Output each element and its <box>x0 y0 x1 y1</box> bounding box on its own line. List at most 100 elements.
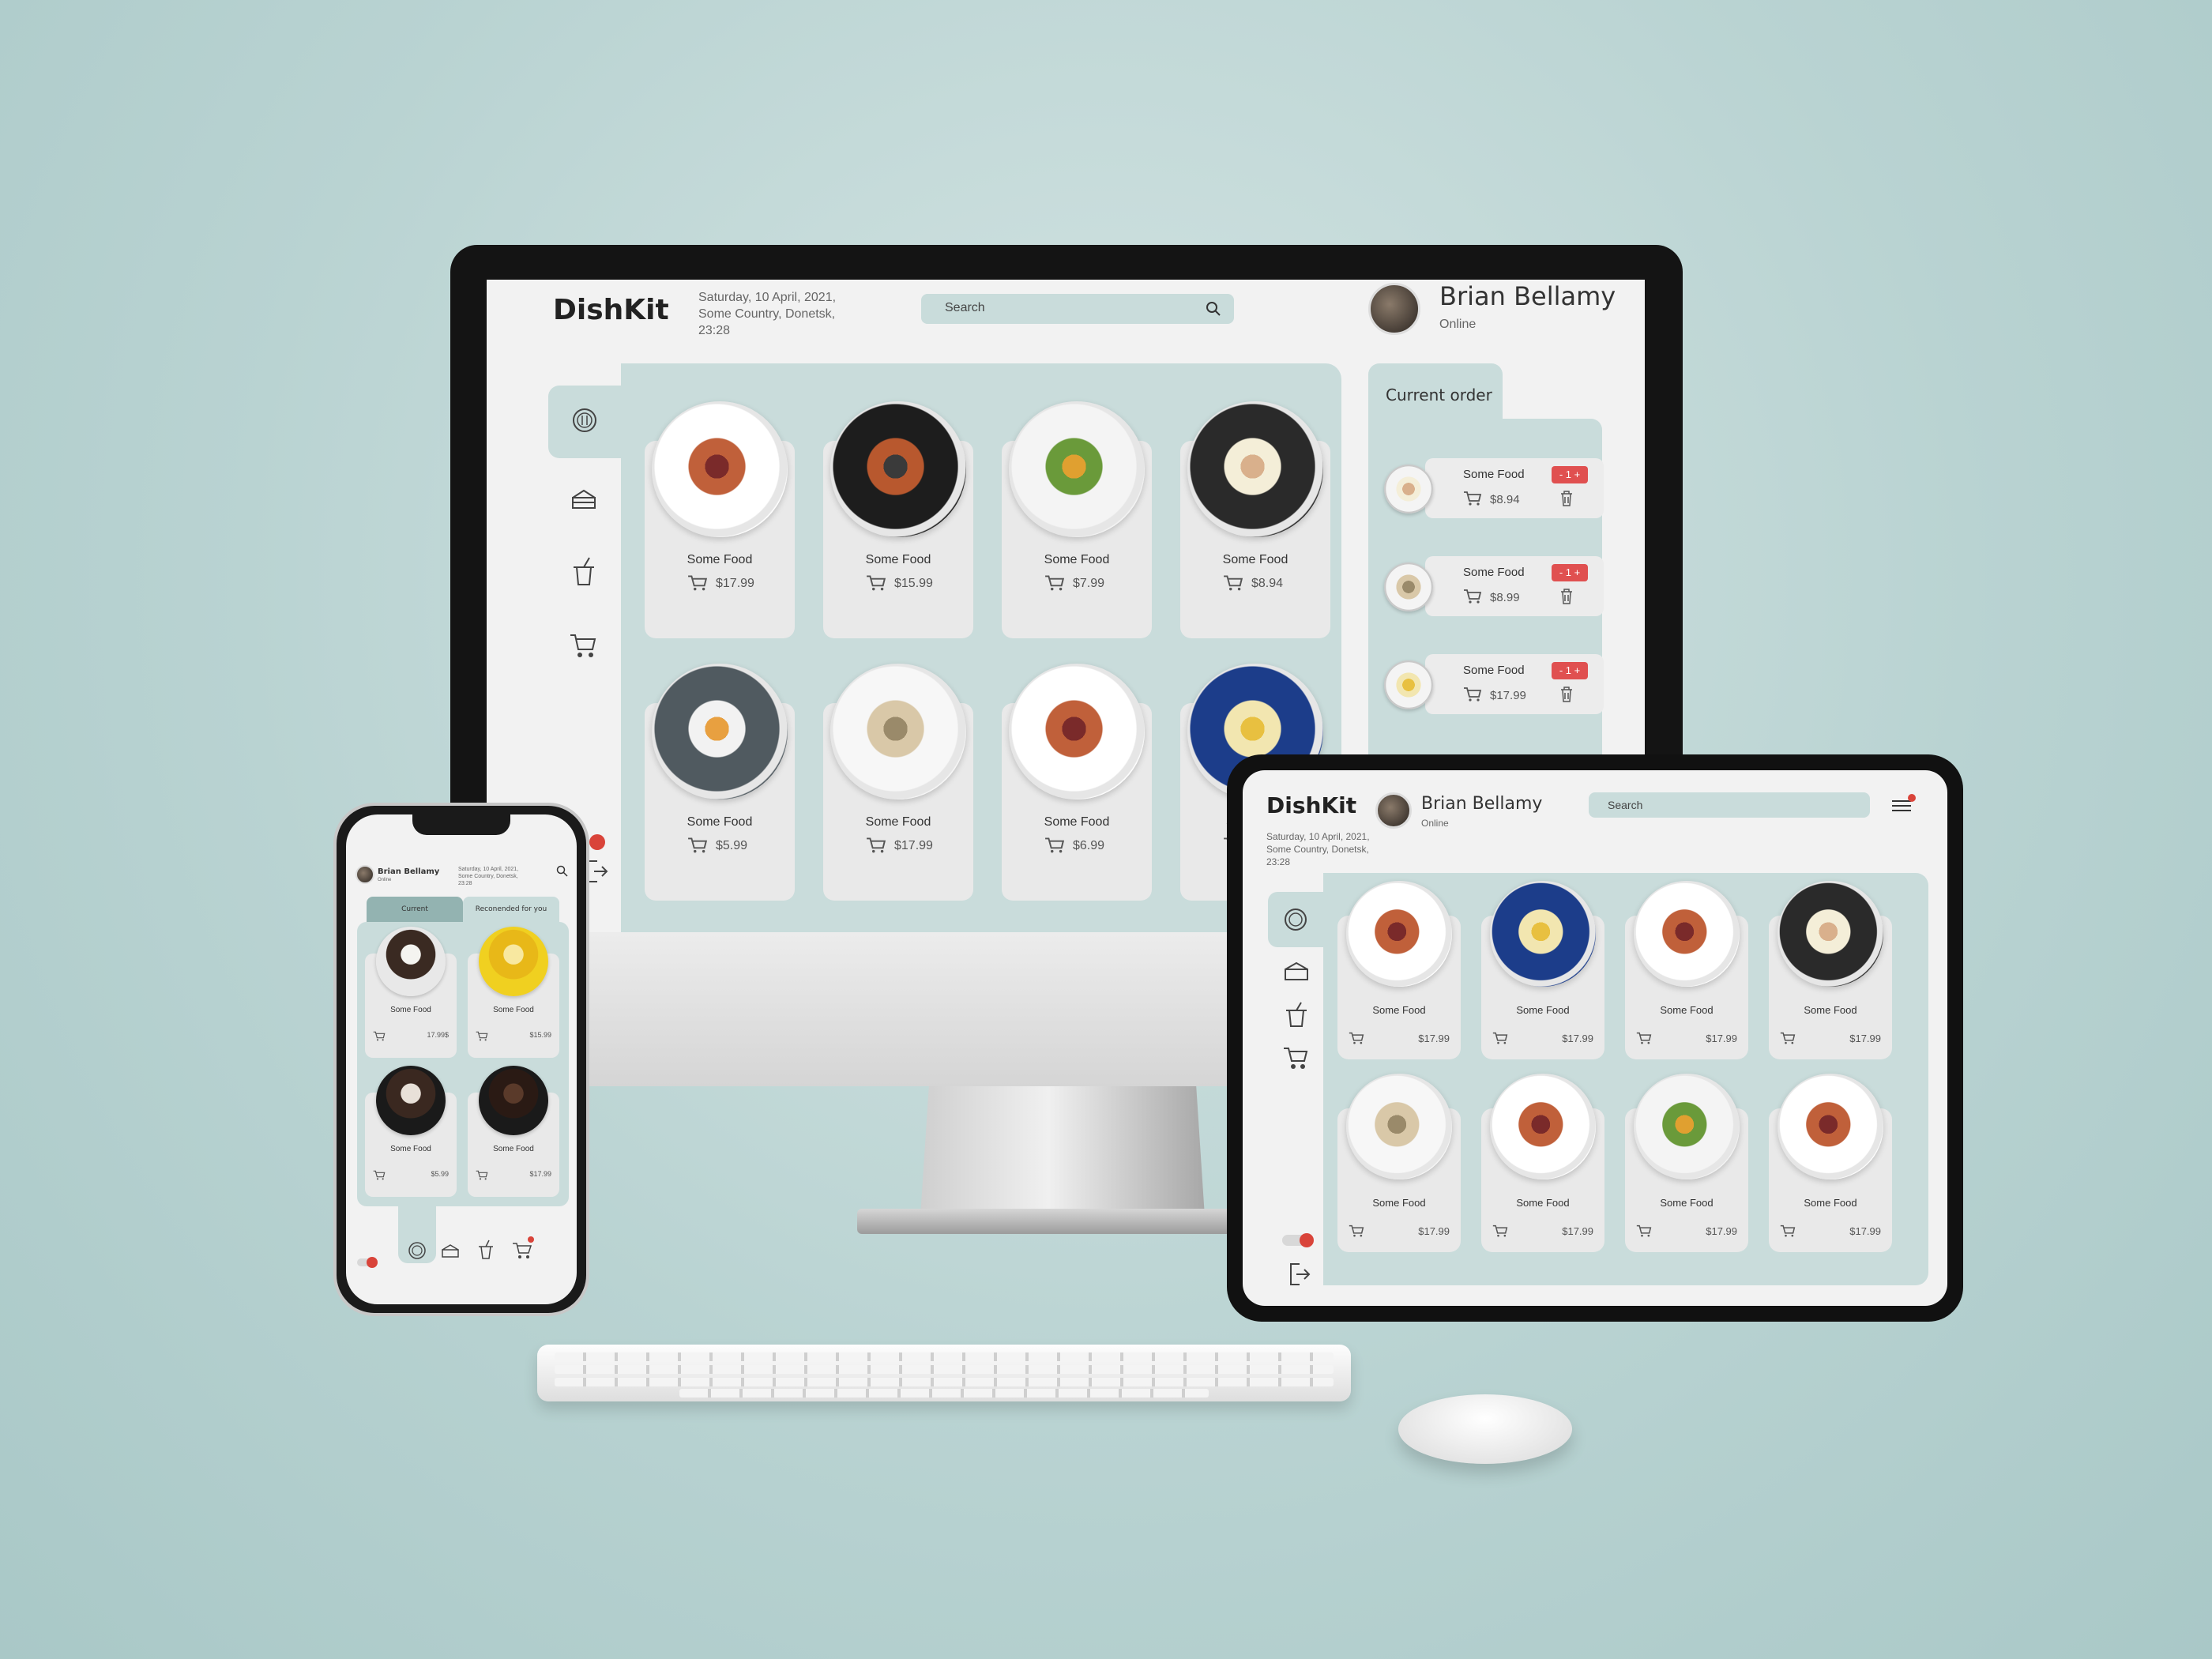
add-to-cart-icon[interactable] <box>1780 1224 1796 1237</box>
quantity-stepper[interactable]: - 1 + <box>1552 466 1588 483</box>
logout-icon[interactable] <box>1287 1262 1312 1287</box>
search-icon[interactable] <box>556 865 569 878</box>
food-card-content: Some Food $17.99 <box>1481 881 1604 1059</box>
add-to-cart-icon[interactable] <box>687 574 708 591</box>
user-avatar[interactable] <box>1375 792 1412 829</box>
drink-icon[interactable] <box>1284 1001 1309 1028</box>
food-card-content: Some Food 17.99$ <box>365 927 457 1058</box>
user-avatar[interactable] <box>1368 283 1420 335</box>
food-name: Some Food <box>1660 1197 1714 1209</box>
dish-icon[interactable] <box>1284 908 1307 931</box>
add-to-cart-icon[interactable] <box>1223 574 1243 591</box>
order-item[interactable]: Some Food - 1 + $17.99 <box>1384 654 1604 714</box>
order-item-name: Some Food <box>1463 566 1525 579</box>
order-item[interactable]: Some Food - 1 + $8.99 <box>1384 556 1604 616</box>
add-to-cart-icon[interactable] <box>1636 1224 1652 1237</box>
add-to-cart-icon[interactable] <box>1492 1031 1508 1044</box>
food-card-content: Some Food $17.99 <box>1769 881 1892 1059</box>
add-to-cart-icon[interactable] <box>866 574 886 591</box>
location-line: Some Country, Donetsk, <box>458 874 518 879</box>
location-line: Some Country, Donetsk, <box>698 307 836 321</box>
food-image <box>376 1066 446 1135</box>
status-toggle-dot[interactable] <box>367 1257 378 1268</box>
add-to-cart-icon[interactable] <box>866 836 886 853</box>
food-name: Some Food <box>1804 1197 1857 1209</box>
order-item-price: $17.99 <box>1490 689 1526 702</box>
food-price: $17.99 <box>716 577 754 590</box>
food-price: $17.99 <box>1849 1225 1881 1237</box>
search-input[interactable]: Search <box>921 294 1234 324</box>
drink-icon[interactable] <box>570 556 597 586</box>
user-status: Online <box>1439 318 1477 331</box>
user-avatar[interactable] <box>356 865 374 884</box>
food-card-content: Some Food $17.99 <box>1481 1074 1604 1252</box>
cart-icon[interactable] <box>1463 490 1482 506</box>
order-item-name: Some Food <box>1463 468 1525 481</box>
food-plate-image <box>830 401 966 537</box>
food-plate-image <box>1187 401 1323 537</box>
cart-icon[interactable] <box>569 632 597 659</box>
dish-icon[interactable] <box>572 408 597 433</box>
keyboard <box>537 1345 1351 1401</box>
food-name: Some Food <box>1044 553 1110 566</box>
add-to-cart-icon[interactable] <box>476 1169 488 1180</box>
food-name: Some Food <box>1660 1004 1714 1016</box>
tab-current[interactable]: Current <box>367 897 463 922</box>
cart-icon[interactable] <box>1463 686 1482 702</box>
food-card-content: Some Food $17.99 <box>468 1066 559 1197</box>
add-to-cart-icon[interactable] <box>373 1030 386 1041</box>
order-item[interactable]: Some Food - 1 + $8.94 <box>1384 458 1604 518</box>
dish-icon[interactable] <box>408 1241 427 1260</box>
food-name: Some Food <box>1372 1004 1426 1016</box>
add-to-cart-icon[interactable] <box>687 836 708 853</box>
cart-icon[interactable] <box>1282 1045 1309 1070</box>
add-to-cart-icon[interactable] <box>1044 574 1065 591</box>
user-name: Brian Bellamy <box>1421 794 1543 814</box>
order-title: Current order <box>1386 386 1492 404</box>
trash-icon[interactable] <box>1559 490 1574 507</box>
food-plate-image <box>1009 401 1145 537</box>
food-price: $15.99 <box>894 577 933 590</box>
quantity-stepper[interactable]: - 1 + <box>1552 564 1588 581</box>
food-price: $17.99 <box>1418 1033 1450 1044</box>
add-to-cart-icon[interactable] <box>373 1169 386 1180</box>
trash-icon[interactable] <box>1559 686 1574 703</box>
quantity-stepper[interactable]: - 1 + <box>1552 662 1588 679</box>
food-price: $15.99 <box>529 1031 551 1039</box>
add-to-cart-icon[interactable] <box>1044 836 1065 853</box>
food-price: 17.99$ <box>427 1031 449 1039</box>
status-toggle-dot[interactable] <box>1300 1233 1314 1247</box>
search-input[interactable]: Search <box>1589 792 1870 818</box>
food-card-content: Some Food $6.99 <box>1002 664 1152 901</box>
add-to-cart-icon[interactable] <box>1636 1031 1652 1044</box>
cart-icon[interactable] <box>512 1241 532 1260</box>
cake-icon[interactable] <box>570 487 597 510</box>
add-to-cart-icon[interactable] <box>1492 1224 1508 1237</box>
mouse <box>1398 1394 1572 1464</box>
food-plate-image <box>1490 1074 1596 1179</box>
food-plate-image <box>1634 881 1740 987</box>
food-price: $17.99 <box>1849 1033 1881 1044</box>
date-block: Saturday, 10 April, 2021, Some Country, … <box>1266 830 1370 868</box>
add-to-cart-icon[interactable] <box>1780 1031 1796 1044</box>
search-icon[interactable] <box>1206 301 1221 317</box>
cake-icon[interactable] <box>1284 960 1309 982</box>
search-placeholder: Search <box>1608 799 1643 811</box>
user-name: Brian Bellamy <box>378 867 440 876</box>
food-image <box>479 927 548 996</box>
cart-icon[interactable] <box>1463 588 1482 604</box>
cake-icon[interactable] <box>441 1243 460 1258</box>
drink-icon[interactable] <box>477 1240 495 1260</box>
food-price: $17.99 <box>1562 1033 1593 1044</box>
status-toggle-dot[interactable] <box>589 834 605 850</box>
food-plate-image <box>1346 881 1452 987</box>
order-item-name: Some Food <box>1463 664 1525 677</box>
trash-icon[interactable] <box>1559 588 1574 605</box>
add-to-cart-icon[interactable] <box>1349 1031 1364 1044</box>
add-to-cart-icon[interactable] <box>476 1030 488 1041</box>
food-price: $17.99 <box>894 839 933 852</box>
tab-recommended[interactable]: Reconended for you <box>463 897 559 922</box>
food-card-content: Some Food $17.99 <box>823 664 973 901</box>
add-to-cart-icon[interactable] <box>1349 1224 1364 1237</box>
menu-icon[interactable] <box>1892 799 1911 813</box>
